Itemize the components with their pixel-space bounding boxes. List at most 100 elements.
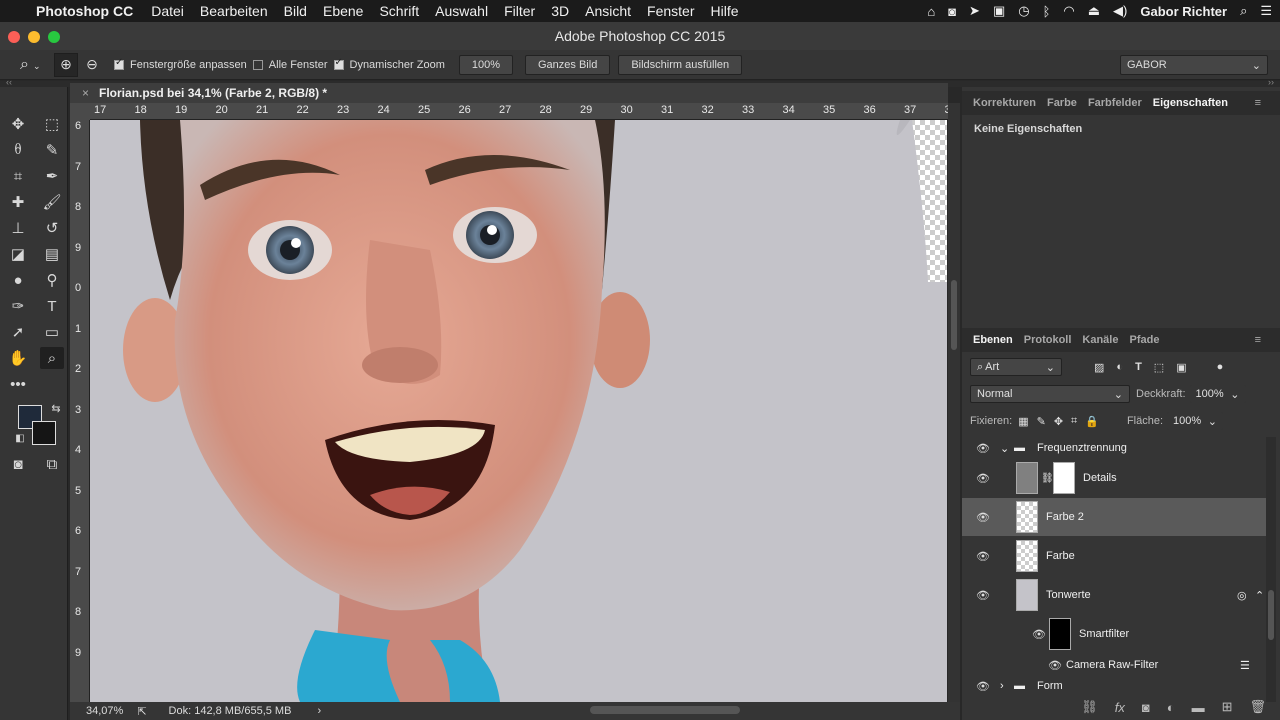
bluetooth-icon[interactable]: ᛒ <box>1043 4 1051 19</box>
filter-smartobject-icon[interactable]: ▣ <box>1176 361 1186 374</box>
path-selection-tool-icon[interactable]: ➚ <box>6 321 30 343</box>
notification-list-icon[interactable]: ☰ <box>1260 3 1272 19</box>
pen-tool-icon[interactable]: ✑ <box>6 295 30 317</box>
display-icon[interactable]: ▣ <box>993 3 1005 19</box>
filter-shape-icon[interactable]: ⬚ <box>1154 361 1164 374</box>
zoom-in-icon[interactable]: ⊕ <box>54 52 78 77</box>
visibility-eye-icon[interactable]: 👁 <box>1048 659 1062 672</box>
visibility-eye-icon[interactable]: 👁 <box>976 442 990 455</box>
close-window-button[interactable] <box>8 31 20 43</box>
filter-pixel-icon[interactable]: ▨ <box>1094 361 1104 374</box>
close-document-icon[interactable]: × <box>82 86 89 100</box>
quick-mask-icon[interactable]: ◙ <box>6 453 30 475</box>
all-windows-checkbox[interactable] <box>252 59 263 70</box>
layers-panel-menu-icon[interactable]: ≡ <box>1255 334 1261 346</box>
fill-screen-button[interactable]: Bildschirm ausfüllen <box>618 54 743 75</box>
crop-tool-icon[interactable]: ⌗ <box>6 165 30 187</box>
lock-artboard-icon[interactable]: ⌗ <box>1071 415 1077 428</box>
collapse-left-icon[interactable]: ‹‹ <box>6 77 12 87</box>
visibility-eye-icon[interactable]: 👁 <box>976 680 990 693</box>
swap-colors-icon[interactable]: ⇆ <box>44 397 68 419</box>
layers-scroll-thumb[interactable] <box>1268 590 1274 640</box>
canvas-vertical-scroll-thumb[interactable] <box>951 280 957 350</box>
menu-auswahl[interactable]: Auswahl <box>435 3 488 19</box>
panel-menu-icon[interactable]: ≡ <box>1255 97 1261 109</box>
share-icon[interactable]: ⇱ <box>137 705 146 718</box>
gradient-tool-icon[interactable]: ▤ <box>40 243 64 265</box>
home-icon[interactable]: ⌂ <box>927 4 935 19</box>
user-name[interactable]: Gabor Richter <box>1140 4 1227 19</box>
layer-filter-select[interactable]: ⌕ Art ⌄ <box>970 358 1062 376</box>
screen-mode-icon[interactable]: ⧉ <box>40 453 64 475</box>
filter-toggle-icon[interactable]: ● <box>1217 361 1224 373</box>
menu-ebene[interactable]: Ebene <box>323 3 363 19</box>
zoom-100-button[interactable]: 100% <box>458 54 513 75</box>
add-mask-icon[interactable]: ◙ <box>1142 700 1150 715</box>
blend-mode-select[interactable]: Normal ⌄ <box>970 385 1130 403</box>
menu-bearbeiten[interactable]: Bearbeiten <box>200 3 268 19</box>
mask-thumbnail[interactable] <box>1053 462 1075 494</box>
status-menu-arrow-icon[interactable]: › <box>317 705 321 717</box>
healing-brush-tool-icon[interactable]: ✚ <box>6 191 30 213</box>
lock-paint-icon[interactable]: ✎ <box>1037 415 1046 428</box>
visibility-eye-icon[interactable]: 👁 <box>976 589 990 602</box>
eyedropper-tool-icon[interactable]: ✒ <box>40 165 64 187</box>
menu-datei[interactable]: Datei <box>151 3 184 19</box>
menu-filter[interactable]: Filter <box>504 3 535 19</box>
eject-icon[interactable]: ⏏ <box>1088 3 1100 19</box>
tab-farbe[interactable]: Farbe <box>1047 97 1077 109</box>
tab-korrekturen[interactable]: Korrekturen <box>973 97 1036 109</box>
more-tools-icon[interactable]: ••• <box>6 373 30 395</box>
background-color-swatch[interactable] <box>32 421 56 445</box>
document-tab[interactable]: × Florian.psd bei 34,1% (Farbe 2, RGB/8)… <box>70 83 948 103</box>
visibility-eye-icon[interactable]: 👁 <box>1032 628 1046 641</box>
layer-details[interactable]: 👁 ⛓ Details <box>962 459 1268 497</box>
visibility-eye-icon[interactable]: 👁 <box>976 511 990 524</box>
forward-icon[interactable]: ➤ <box>969 3 980 19</box>
link-icon[interactable]: ⛓ <box>1041 473 1054 484</box>
fit-screen-button[interactable]: Ganzes Bild <box>525 54 611 75</box>
blur-tool-icon[interactable]: ● <box>6 269 30 291</box>
tab-protokoll[interactable]: Protokoll <box>1024 334 1072 346</box>
layers-scrollbar[interactable] <box>1266 437 1276 702</box>
delete-layer-icon[interactable]: 🗑 <box>1249 699 1266 715</box>
filter-type-icon[interactable]: T <box>1135 361 1142 373</box>
layer-style-fx-icon[interactable]: fx <box>1115 700 1125 715</box>
minimize-window-button[interactable] <box>28 31 40 43</box>
smart-filter-badge-icon[interactable]: ◎ <box>1237 589 1247 602</box>
new-group-icon[interactable]: ▬ <box>1192 700 1205 715</box>
collapse-right-icon[interactable]: ›› <box>1268 77 1274 87</box>
filter-options-icon[interactable]: ☰ <box>1240 659 1250 672</box>
fill-input[interactable]: 100% ⌄ <box>1167 412 1224 430</box>
layer-group-form[interactable]: 👁 › ▬ Form <box>962 676 1268 696</box>
layer-group-frequenztrennung[interactable]: 👁 ⌄ ▬ Frequenztrennung <box>962 438 1268 458</box>
time-machine-icon[interactable]: ◷ <box>1018 3 1029 19</box>
smart-filters-row[interactable]: 👁 Smartfilter <box>962 615 1268 653</box>
camera-raw-filter-row[interactable]: 👁 Camera Raw-Filter ☰ <box>962 654 1268 676</box>
volume-icon[interactable]: ◀) <box>1113 3 1127 19</box>
dodge-tool-icon[interactable]: ⚲ <box>40 269 64 291</box>
brush-tool-icon[interactable]: 🖌 <box>40 191 64 213</box>
fit-window-option[interactable]: Fenstergröße anpassen <box>114 57 247 71</box>
zoom-level[interactable]: 34,07% <box>86 705 123 717</box>
visibility-eye-icon[interactable]: 👁 <box>976 550 990 563</box>
tab-kanaele[interactable]: Kanäle <box>1082 334 1118 346</box>
opacity-input[interactable]: 100% ⌄ <box>1189 385 1246 403</box>
zoom-tool-icon[interactable]: ⌕ <box>40 347 64 369</box>
tab-pfade[interactable]: Pfade <box>1129 334 1159 346</box>
zoom-out-icon[interactable]: ⊖ <box>80 53 104 77</box>
rectangle-tool-icon[interactable]: ▭ <box>40 321 64 343</box>
chevron-down-icon[interactable]: ⌄ <box>1000 442 1009 455</box>
zoom-tool-preset-icon[interactable]: ⌕ ⌄ <box>0 56 41 74</box>
filter-adjustment-icon[interactable]: ◐ <box>1116 361 1123 373</box>
workspace-select[interactable]: GABOR ⌄ <box>1120 55 1268 75</box>
spotlight-search-icon[interactable]: ⌕ <box>1240 3 1247 19</box>
chevron-right-icon[interactable]: › <box>1000 680 1004 692</box>
layer-tonwerte[interactable]: 👁 Tonwerte ◎ ⌃ <box>962 576 1268 614</box>
lasso-tool-icon[interactable]: ᦲ <box>6 139 30 161</box>
dynamic-zoom-checkbox[interactable] <box>333 57 344 70</box>
camera-icon[interactable]: ◙ <box>948 4 956 19</box>
default-colors-icon[interactable]: ◧ <box>8 427 32 449</box>
filter-mask-thumbnail[interactable] <box>1049 618 1071 650</box>
menu-app-name[interactable]: Photoshop CC <box>36 3 133 19</box>
